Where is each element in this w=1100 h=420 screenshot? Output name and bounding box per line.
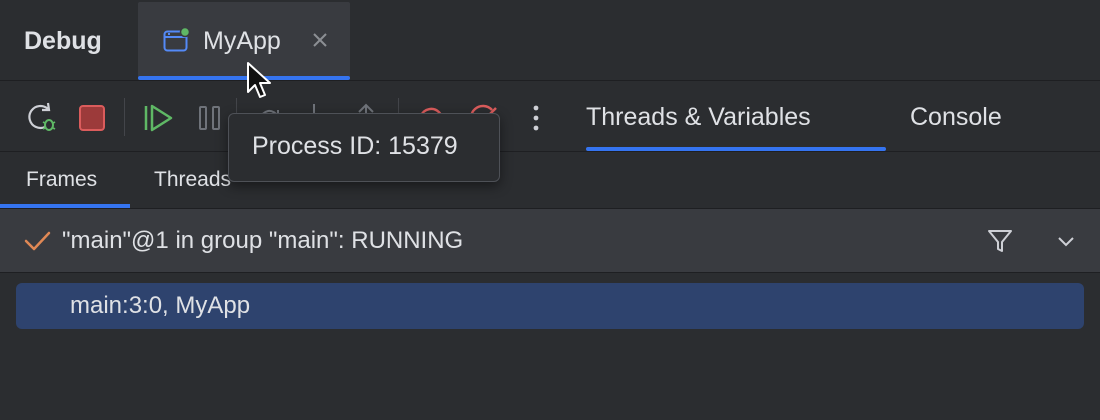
thread-row-divider <box>0 272 1100 273</box>
tool-window-title: Debug <box>24 27 102 55</box>
tab-console[interactable]: Console <box>910 100 1002 134</box>
more-actions-icon[interactable] <box>518 100 554 136</box>
filter-icon[interactable] <box>986 227 1014 255</box>
pause-icon[interactable] <box>192 100 228 136</box>
tab-threads[interactable]: Threads <box>154 166 231 194</box>
chevron-down-icon[interactable] <box>1055 230 1077 252</box>
tab-frames[interactable]: Frames <box>26 166 97 194</box>
close-icon[interactable] <box>309 29 331 51</box>
tab-threads-and-variables[interactable]: Threads & Variables <box>586 100 811 134</box>
thread-selector-label: "main"@1 in group "main": RUNNING <box>62 227 464 254</box>
check-icon <box>24 231 51 251</box>
session-tab-label: MyApp <box>203 27 281 55</box>
tooltip-text: Process ID: 15379 <box>252 132 458 160</box>
stop-icon[interactable] <box>74 100 110 136</box>
resume-program-icon[interactable] <box>140 100 176 136</box>
toolbar-divider <box>0 151 1100 152</box>
frame-label: main:3:0, MyApp <box>70 292 251 319</box>
toolbar-separator <box>124 98 125 136</box>
mouse-cursor-icon <box>247 62 271 98</box>
application-window-icon <box>163 27 191 52</box>
rerun-debug-icon[interactable] <box>24 100 60 136</box>
